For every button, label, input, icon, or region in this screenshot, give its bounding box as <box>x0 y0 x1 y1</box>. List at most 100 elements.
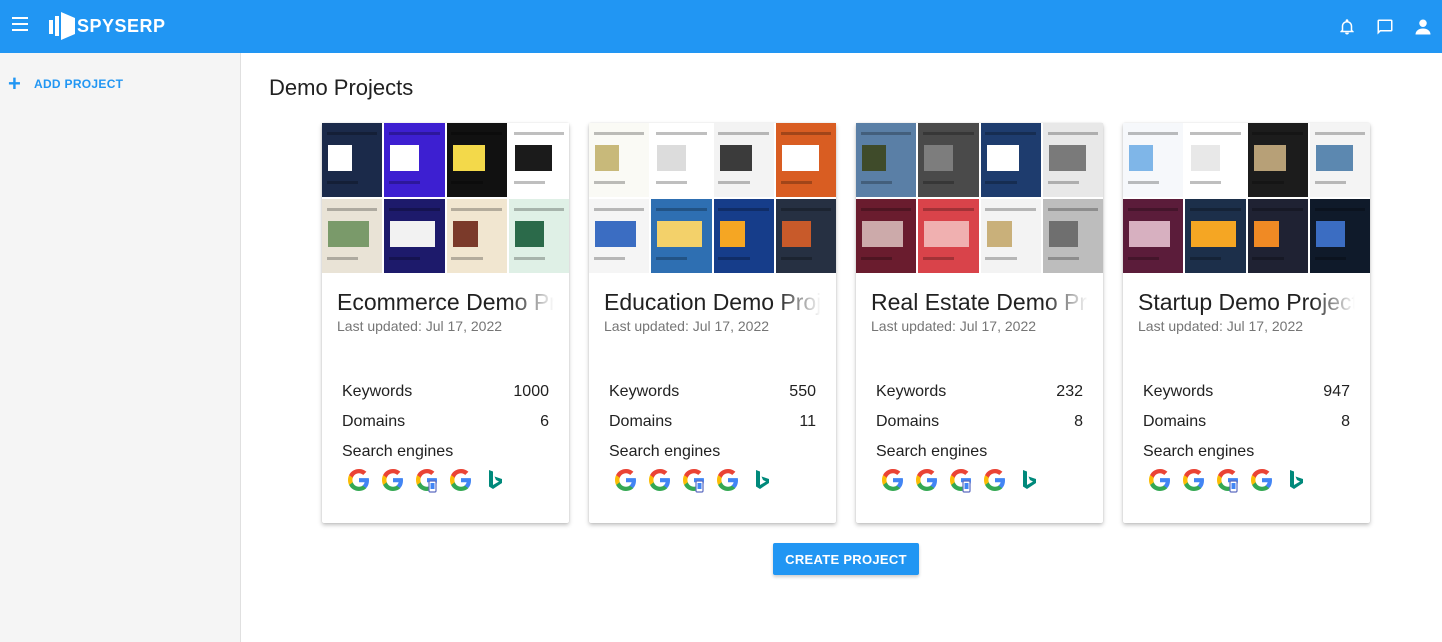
account-icon[interactable] <box>1404 0 1442 53</box>
domains-label: Domains <box>609 413 673 430</box>
bing-icon <box>1283 467 1309 493</box>
menu-icon[interactable] <box>12 17 28 31</box>
search-engines-list <box>1147 467 1317 493</box>
website-thumbnail <box>1247 123 1308 197</box>
website-thumbnail <box>1185 199 1246 273</box>
domains-label: Domains <box>876 413 940 430</box>
keywords-count: 1000 <box>513 383 549 400</box>
keywords-label: Keywords <box>1143 383 1214 400</box>
website-thumbnail <box>856 199 917 273</box>
search-engines-list <box>346 467 516 493</box>
domains-count: 11 <box>799 413 816 430</box>
google-icon <box>380 467 406 493</box>
website-thumbnail <box>446 199 507 273</box>
website-thumbnail <box>322 123 383 197</box>
project-card[interactable]: Ecommerce Demo Project Last updated: Jul … <box>322 123 569 523</box>
last-updated: Last updated: Jul 17, 2022 <box>604 318 770 334</box>
project-name: Real Estate Demo Project <box>871 289 1088 315</box>
project-thumbnails <box>322 123 569 273</box>
website-thumbnail <box>918 123 979 197</box>
website-thumbnail <box>856 123 917 197</box>
project-thumbnails <box>856 123 1103 273</box>
google-icon <box>613 467 639 493</box>
plus-icon: + <box>8 71 21 96</box>
domains-count: 8 <box>1341 413 1350 430</box>
website-thumbnail <box>1247 199 1308 273</box>
top-app-bar: SPYSERP <box>0 0 1442 53</box>
keywords-row: Keywords 232 <box>876 383 1083 401</box>
chat-icon[interactable] <box>1366 0 1404 53</box>
page-title: Demo Projects <box>269 75 414 100</box>
google-icon <box>1181 467 1207 493</box>
project-card[interactable]: Education Demo Project Last updated: Jul … <box>589 123 836 523</box>
domains-row: Domains 8 <box>1143 413 1350 431</box>
google-icon <box>1147 467 1173 493</box>
keywords-label: Keywords <box>342 383 413 400</box>
search-engines-label: Search engines <box>1143 443 1255 460</box>
website-thumbnail <box>651 199 712 273</box>
domains-row: Domains 11 <box>609 413 816 431</box>
website-thumbnail <box>1123 199 1184 273</box>
project-thumbnails <box>1123 123 1370 273</box>
brand-name: SPYSERP <box>77 15 166 36</box>
website-thumbnail <box>1309 199 1370 273</box>
website-thumbnail <box>508 199 569 273</box>
project-card[interactable]: Real Estate Demo Project Last updated: Ju… <box>856 123 1103 523</box>
website-thumbnail <box>508 123 569 197</box>
bing-icon <box>482 467 508 493</box>
website-thumbnail <box>775 123 836 197</box>
keywords-count: 947 <box>1323 383 1350 400</box>
bell-icon[interactable] <box>1328 0 1366 53</box>
project-thumbnails <box>589 123 836 273</box>
website-thumbnail <box>713 123 774 197</box>
domains-label: Domains <box>342 413 406 430</box>
website-thumbnail <box>589 199 650 273</box>
search-engines-label: Search engines <box>342 443 454 460</box>
google-icon <box>914 467 940 493</box>
domains-row: Domains 8 <box>876 413 1083 431</box>
domains-count: 8 <box>1074 413 1083 430</box>
google-icon <box>880 467 906 493</box>
website-thumbnail <box>589 123 650 197</box>
sidebar: + ADD PROJECT <box>0 53 241 642</box>
keywords-row: Keywords 947 <box>1143 383 1350 401</box>
add-project-label: ADD PROJECT <box>34 77 124 91</box>
keywords-row: Keywords 550 <box>609 383 816 401</box>
last-updated: Last updated: Jul 17, 2022 <box>337 318 503 334</box>
google-icon <box>715 467 741 493</box>
project-card[interactable]: Startup Demo Project Last updated: Jul 17… <box>1123 123 1370 523</box>
spyserp-logo-mark <box>49 12 75 40</box>
spyserp-logo[interactable]: SPYSERP <box>49 10 166 42</box>
project-name: Education Demo Project <box>604 289 821 315</box>
website-thumbnail <box>446 123 507 197</box>
google-icon <box>1249 467 1275 493</box>
domains-count: 6 <box>540 413 549 430</box>
google-icon <box>448 467 474 493</box>
search-engines-label: Search engines <box>609 443 721 460</box>
google-mobile-icon <box>681 467 707 493</box>
google-icon <box>346 467 372 493</box>
website-thumbnail <box>918 199 979 273</box>
keywords-count: 550 <box>789 383 816 400</box>
search-engines-list <box>880 467 1050 493</box>
google-icon <box>982 467 1008 493</box>
bing-icon <box>1016 467 1042 493</box>
google-mobile-icon <box>1215 467 1241 493</box>
project-name: Ecommerce Demo Project <box>337 289 554 315</box>
website-thumbnail <box>775 199 836 273</box>
create-project-button[interactable]: CREATE PROJECT <box>773 543 919 575</box>
website-thumbnail <box>322 199 383 273</box>
website-thumbnail <box>1042 199 1103 273</box>
add-project-button[interactable]: + ADD PROJECT <box>8 71 124 96</box>
search-engines-list <box>613 467 783 493</box>
last-updated: Last updated: Jul 17, 2022 <box>1138 318 1304 334</box>
last-updated: Last updated: Jul 17, 2022 <box>871 318 1037 334</box>
website-thumbnail <box>1042 123 1103 197</box>
keywords-label: Keywords <box>876 383 947 400</box>
domains-label: Domains <box>1143 413 1207 430</box>
keywords-row: Keywords 1000 <box>342 383 549 401</box>
website-thumbnail <box>1185 123 1246 197</box>
website-thumbnail <box>1123 123 1184 197</box>
website-thumbnail <box>384 199 445 273</box>
google-icon <box>647 467 673 493</box>
